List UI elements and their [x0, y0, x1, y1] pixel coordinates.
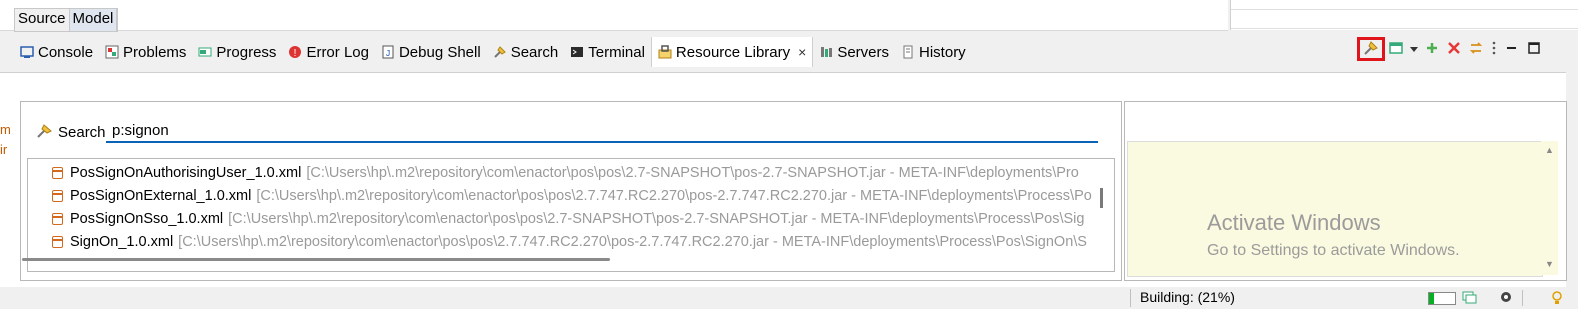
new-window-button[interactable] [1385, 38, 1407, 60]
more-icon [1491, 41, 1497, 58]
terminal-icon [570, 45, 584, 59]
list-item[interactable]: PosSignOnAuthorisingUser_1.0.xml [C:\Use… [52, 162, 1079, 184]
maximize-icon [1528, 41, 1540, 57]
tab-console[interactable]: Console [14, 38, 99, 66]
history-icon [901, 45, 915, 59]
search-label: Search [58, 123, 106, 141]
result-name: SignOn_1.0.xml [70, 234, 174, 250]
clipped-editor-text: m ir [0, 122, 11, 157]
tab-label: Console [38, 43, 94, 61]
add-button[interactable] [1421, 38, 1443, 60]
view-tab-bar: Console Problems Progress ! Error Log J … [14, 37, 972, 67]
file-icon [52, 190, 63, 202]
remove-icon [1447, 41, 1461, 58]
view-menu-dropdown[interactable] [1407, 38, 1421, 60]
status-text: Building: (21%) [1140, 289, 1235, 305]
tab-error-log[interactable]: ! Error Log [282, 38, 375, 66]
result-path: [C:\Users\hp\.m2\repository\com\enactor\… [256, 188, 1092, 204]
result-name: PosSignOnSso_1.0.xml [70, 211, 224, 227]
tab-model[interactable]: Model [69, 9, 118, 31]
view-toolbar [1357, 36, 1545, 62]
resource-search-icon [1363, 40, 1379, 59]
vertical-scrollbar[interactable] [1100, 188, 1103, 208]
status-separator [1522, 290, 1523, 306]
console-icon [20, 45, 34, 59]
file-icon [52, 167, 63, 179]
result-name: PosSignOnExternal_1.0.xml [70, 188, 252, 204]
resource-library-icon [658, 45, 672, 59]
file-icon [52, 213, 63, 225]
status-separator [1130, 289, 1131, 307]
scroll-up-icon[interactable]: ▲ [1545, 145, 1554, 155]
tab-servers[interactable]: Servers [813, 38, 895, 66]
minimize-button[interactable] [1501, 38, 1523, 60]
tab-label: Servers [837, 43, 890, 61]
search-icon [493, 45, 507, 59]
tab-label: Search [510, 43, 559, 61]
editor-tab-bar: Source Model [14, 8, 119, 32]
swap-icon [1469, 41, 1483, 58]
result-path: [C:\Users\hp\.m2\repository\com\enactor\… [178, 234, 1087, 250]
minimize-icon [1506, 41, 1518, 57]
tip-icon[interactable] [1551, 290, 1563, 309]
file-icon [52, 236, 63, 248]
search-row: Search [36, 118, 106, 146]
tab-label: Error Log [306, 43, 369, 61]
search-icon [36, 123, 54, 142]
result-path: [C:\Users\hp\.m2\repository\com\enactor\… [306, 165, 1079, 181]
tab-label: Debug Shell [398, 43, 481, 61]
list-item[interactable]: PosSignOnExternal_1.0.xml [C:\Users\hp\.… [52, 185, 1092, 207]
result-path: [C:\Users\hp\.m2\repository\com\enactor\… [228, 211, 1085, 227]
tab-search[interactable]: Search [487, 38, 565, 66]
tab-resource-library[interactable]: Resource Library × [650, 37, 814, 67]
watermark-title: Activate Windows [1207, 210, 1381, 235]
swap-button[interactable] [1465, 38, 1487, 60]
progress-fill [1429, 293, 1435, 304]
resource-search-button[interactable] [1357, 37, 1385, 61]
chevron-down-icon [1409, 41, 1419, 57]
list-item[interactable]: SignOn_1.0.xml [C:\Users\hp\.m2\reposito… [52, 231, 1087, 253]
horizontal-scrollbar[interactable] [22, 258, 610, 261]
svg-text:!: ! [294, 48, 297, 59]
tab-label: Resource Library [675, 43, 791, 61]
details-scrollbar[interactable]: ▲ ▼ [1541, 141, 1558, 275]
new-window-icon [1389, 41, 1403, 58]
scroll-down-icon[interactable]: ▼ [1545, 259, 1554, 269]
search-input[interactable] [106, 119, 1098, 143]
tab-problems[interactable]: Problems [99, 38, 192, 66]
editor-area [0, 0, 1228, 31]
tab-history[interactable]: History [895, 38, 972, 66]
error-log-icon: ! [288, 45, 302, 59]
tab-label: History [919, 43, 966, 61]
tab-label: Terminal [588, 43, 645, 61]
problems-icon [105, 45, 119, 59]
watermark-subtitle: Go to Settings to activate Windows. [1207, 242, 1460, 259]
tab-terminal[interactable]: Terminal [564, 38, 651, 66]
more-button[interactable] [1487, 38, 1501, 60]
properties-grid [1230, 0, 1578, 30]
close-icon[interactable]: × [798, 44, 806, 60]
tab-debug-shell[interactable]: J Debug Shell [375, 38, 487, 66]
remove-button[interactable] [1443, 38, 1465, 60]
tab-source[interactable]: Source [15, 9, 70, 31]
tab-progress[interactable]: Progress [192, 38, 282, 66]
add-icon [1425, 41, 1439, 58]
maximize-button[interactable] [1523, 38, 1545, 60]
debug-shell-icon: J [381, 45, 395, 59]
results-list[interactable]: PosSignOnAuthorisingUser_1.0.xml [C:\Use… [27, 158, 1115, 272]
user-icon[interactable] [1497, 290, 1515, 307]
build-progress-bar[interactable] [1428, 292, 1456, 305]
tab-label: Problems [123, 43, 187, 61]
list-item[interactable]: PosSignOnSso_1.0.xml [C:\Users\hp\.m2\re… [52, 208, 1084, 230]
svg-text:J: J [385, 49, 390, 59]
progress-view-icon[interactable] [1462, 290, 1478, 307]
progress-icon [198, 45, 212, 59]
servers-icon [819, 45, 833, 59]
result-name: PosSignOnAuthorisingUser_1.0.xml [70, 165, 302, 181]
tab-label: Progress [216, 43, 277, 61]
